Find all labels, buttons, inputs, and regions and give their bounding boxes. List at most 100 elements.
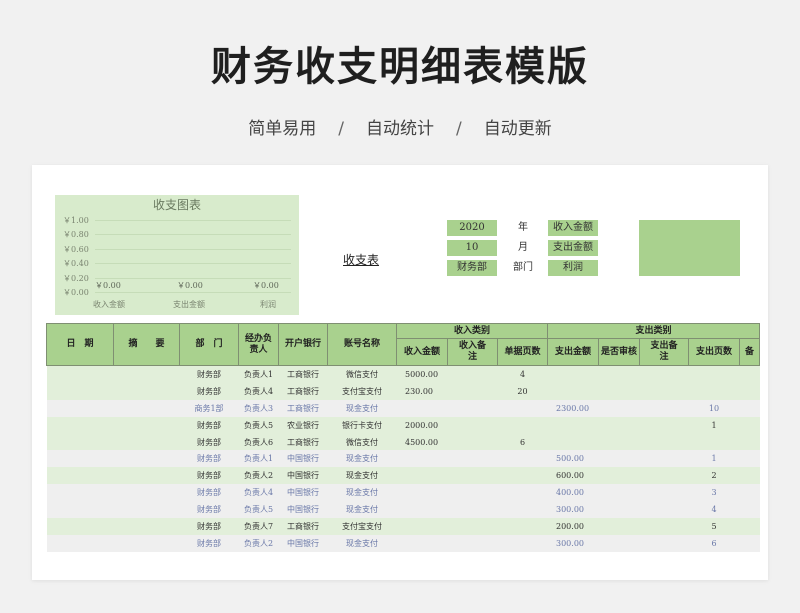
- cell-income-amount[interactable]: 230.00: [396, 382, 448, 400]
- cell-expense-pages[interactable]: [688, 365, 740, 383]
- cell-income-pages[interactable]: [497, 450, 548, 468]
- cell-audited[interactable]: [598, 518, 640, 535]
- cell-income-amount[interactable]: 4500.00: [396, 433, 448, 451]
- cell-expense-note[interactable]: [639, 450, 689, 468]
- table-row[interactable]: 财务部 负责人4 中国银行 现金支付 400.00 3: [46, 484, 760, 502]
- table-row[interactable]: 财务部 负责人4 工商银行 支付宝支付 230.00 20: [46, 382, 760, 400]
- cell-expense-amount[interactable]: 300.00: [547, 534, 599, 552]
- cell-expense-pages[interactable]: 3: [688, 484, 740, 502]
- cell-handler[interactable]: 负责人2: [238, 467, 279, 485]
- cell-audited[interactable]: [598, 433, 640, 451]
- cell-expense-pages[interactable]: 10: [688, 399, 740, 417]
- cell-summary[interactable]: [113, 433, 180, 451]
- cell-remark[interactable]: [739, 450, 760, 468]
- cell-expense-amount[interactable]: [547, 433, 599, 451]
- cell-income-pages[interactable]: 20: [497, 382, 548, 400]
- cell-remark[interactable]: [739, 433, 760, 451]
- cell-expense-amount[interactable]: 2300.00: [547, 399, 599, 417]
- cell-account[interactable]: 现金支付: [327, 484, 397, 502]
- cell-audited[interactable]: [598, 467, 640, 485]
- table-row[interactable]: 财务部 负责人1 工商银行 微信支付 5000.00 4: [46, 365, 760, 383]
- cell-handler[interactable]: 负责人6: [238, 433, 279, 451]
- cell-dept[interactable]: 财务部: [179, 382, 239, 400]
- cell-remark[interactable]: [739, 467, 760, 485]
- cell-bank[interactable]: 中国银行: [278, 501, 328, 519]
- cell-expense-note[interactable]: [639, 399, 689, 417]
- table-row[interactable]: 财务部 负责人7 工商银行 支付宝支付 200.00 5: [46, 518, 760, 535]
- cell-expense-note[interactable]: [639, 433, 689, 451]
- cell-expense-note[interactable]: [639, 501, 689, 519]
- cell-expense-pages[interactable]: 1: [688, 416, 740, 434]
- cell-account[interactable]: 支付宝支付: [327, 382, 397, 400]
- cell-remark[interactable]: [739, 534, 760, 552]
- cell-date[interactable]: [46, 501, 114, 519]
- cell-expense-note[interactable]: [639, 518, 689, 535]
- cell-bank[interactable]: 中国银行: [278, 450, 328, 468]
- cell-expense-note[interactable]: [639, 416, 689, 434]
- cell-expense-pages[interactable]: [688, 382, 740, 400]
- cell-handler[interactable]: 负责人7: [238, 518, 279, 535]
- cell-expense-amount[interactable]: 200.00: [547, 518, 599, 535]
- cell-income-pages[interactable]: [497, 399, 548, 417]
- cell-date[interactable]: [46, 467, 114, 485]
- cell-handler[interactable]: 负责人5: [238, 501, 279, 519]
- cell-handler[interactable]: 负责人2: [238, 534, 279, 552]
- cell-handler[interactable]: 负责人1: [238, 365, 279, 383]
- cell-summary[interactable]: [113, 534, 180, 552]
- cell-summary[interactable]: [113, 365, 180, 383]
- cell-date[interactable]: [46, 518, 114, 535]
- cell-summary[interactable]: [113, 467, 180, 485]
- cell-summary[interactable]: [113, 399, 180, 417]
- cell-bank[interactable]: 工商银行: [278, 365, 328, 383]
- cell-income-pages[interactable]: [497, 484, 548, 502]
- summary-values-box[interactable]: [639, 220, 740, 276]
- cell-income-amount[interactable]: [396, 534, 448, 552]
- cell-income-note[interactable]: [447, 467, 498, 485]
- cell-summary[interactable]: [113, 382, 180, 400]
- cell-income-amount[interactable]: [396, 484, 448, 502]
- cell-bank[interactable]: 中国银行: [278, 534, 328, 552]
- cell-account[interactable]: 现金支付: [327, 450, 397, 468]
- table-row[interactable]: 财务部 负责人2 中国银行 现金支付 300.00 6: [46, 534, 760, 552]
- cell-expense-pages[interactable]: 1: [688, 450, 740, 468]
- cell-account[interactable]: 现金支付: [327, 534, 397, 552]
- cell-expense-pages[interactable]: 2: [688, 467, 740, 485]
- cell-account[interactable]: 支付宝支付: [327, 518, 397, 535]
- cell-income-pages[interactable]: [497, 467, 548, 485]
- cell-income-pages[interactable]: [497, 534, 548, 552]
- cell-expense-note[interactable]: [639, 365, 689, 383]
- cell-income-note[interactable]: [447, 382, 498, 400]
- cell-dept[interactable]: 财务部: [179, 416, 239, 434]
- cell-date[interactable]: [46, 416, 114, 434]
- cell-dept[interactable]: 商务1部: [179, 399, 239, 417]
- cell-date[interactable]: [46, 399, 114, 417]
- cell-dept[interactable]: 财务部: [179, 534, 239, 552]
- cell-bank[interactable]: 工商银行: [278, 382, 328, 400]
- cell-bank[interactable]: 工商银行: [278, 433, 328, 451]
- cell-dept[interactable]: 财务部: [179, 484, 239, 502]
- dept-value-cell[interactable]: 财务部: [447, 260, 497, 276]
- cell-remark[interactable]: [739, 365, 760, 383]
- cell-account[interactable]: 现金支付: [327, 501, 397, 519]
- cell-expense-amount[interactable]: 600.00: [547, 467, 599, 485]
- cell-summary[interactable]: [113, 501, 180, 519]
- cell-bank[interactable]: 农业银行: [278, 416, 328, 434]
- cell-audited[interactable]: [598, 484, 640, 502]
- cell-dept[interactable]: 财务部: [179, 518, 239, 535]
- income-expense-chart[interactable]: 收支图表 ￥1.00 ￥0.80 ￥0.60 ￥0.40 ￥0.20 ￥0.00 ￥0.00…: [55, 195, 299, 315]
- cell-expense-pages[interactable]: 4: [688, 501, 740, 519]
- cell-summary[interactable]: [113, 450, 180, 468]
- cell-income-note[interactable]: [447, 518, 498, 535]
- cell-dept[interactable]: 财务部: [179, 365, 239, 383]
- cell-date[interactable]: [46, 534, 114, 552]
- cell-expense-amount[interactable]: 400.00: [547, 484, 599, 502]
- cell-income-amount[interactable]: [396, 518, 448, 535]
- cell-dept[interactable]: 财务部: [179, 467, 239, 485]
- cell-audited[interactable]: [598, 399, 640, 417]
- cell-audited[interactable]: [598, 365, 640, 383]
- month-value-cell[interactable]: 10: [447, 240, 497, 256]
- cell-dept[interactable]: 财务部: [179, 433, 239, 451]
- cell-account[interactable]: 银行卡支付: [327, 416, 397, 434]
- cell-remark[interactable]: [739, 382, 760, 400]
- cell-handler[interactable]: 负责人1: [238, 450, 279, 468]
